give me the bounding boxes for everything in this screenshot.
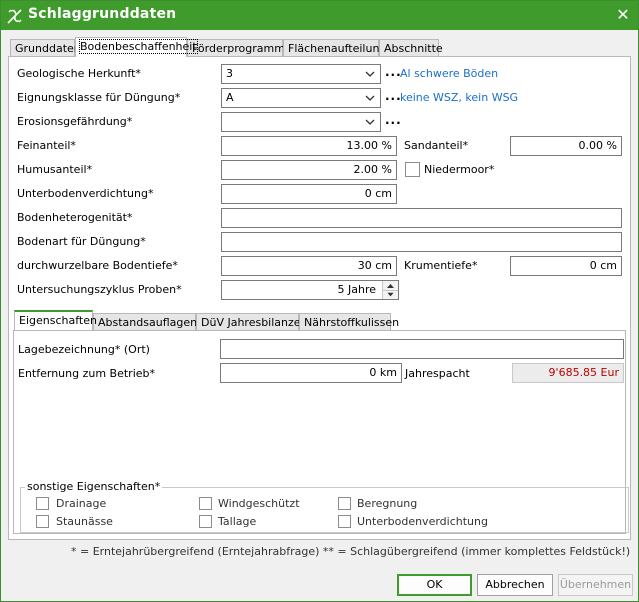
tab-grunddaten[interactable]: Grunddaten — [10, 39, 81, 57]
windgeschuetzt-label: Windgeschützt — [218, 497, 300, 510]
unterbodenverdichtung-label: Unterbodenverdichtung — [357, 515, 488, 528]
close-icon[interactable]: ✕ — [612, 5, 634, 25]
herkunft-label: Geologische Herkunft* — [17, 67, 141, 80]
subtab-abstandsauflagen[interactable]: Abstandsauflagen* — [93, 313, 203, 331]
feinanteil-input[interactable]: 13.00 % — [221, 136, 397, 156]
tab-foerderprogramme[interactable]: Förderprogramme — [187, 39, 292, 57]
bodenart-input[interactable] — [221, 232, 622, 252]
erosion-label: Erosionsgefährdung* — [17, 115, 133, 128]
window-title: Schlaggrunddaten — [28, 6, 177, 22]
krume-label: Krumentiefe* — [404, 259, 478, 272]
apply-button[interactable]: Übernehmen — [558, 574, 633, 596]
entfernung-label: Entfernung zum Betrieb* — [18, 367, 156, 380]
staunaesse-checkbox[interactable] — [36, 515, 49, 528]
subtab-panel-eigenschaften: Lagebezeichnung* (Ort) Entfernung zum Be… — [13, 330, 629, 534]
chevron-down-icon — [365, 95, 375, 101]
footnote: * = Erntejahrübergreifend (Erntejahrabfr… — [71, 545, 631, 558]
herkunft-select[interactable]: 3 — [221, 64, 381, 84]
chevron-down-icon — [365, 119, 375, 125]
pacht-value: 9'685.85 Eur — [512, 363, 624, 383]
herkunft-link[interactable]: Al schwere Böden — [400, 67, 498, 80]
tab-bodenbeschaffenheit[interactable]: Bodenbeschaffenheit — [75, 37, 198, 57]
humus-label: Humusanteil* — [17, 163, 93, 176]
wurzel-label: durchwurzelbare Bodentiefe* — [17, 259, 178, 272]
tallage-label: Tallage — [218, 515, 257, 528]
zyklus-label: Untersuchungszyklus Proben* — [17, 283, 182, 296]
krume-input[interactable]: 0 cm — [510, 256, 622, 276]
sonstige-groupbox: sonstige Eigenschaften* Drainage Windges… — [20, 480, 629, 533]
zyklus-spinner[interactable]: 5 Jahre — [221, 280, 399, 300]
eignung-select[interactable]: A — [221, 88, 381, 108]
eignung-link[interactable]: keine WSZ, kein WSG — [400, 91, 518, 104]
plant-icon — [7, 9, 22, 24]
ok-button[interactable]: OK — [397, 574, 472, 596]
niedermoor-checkbox[interactable] — [405, 162, 420, 177]
entfernung-input[interactable]: 0 km — [220, 363, 402, 383]
unterbodenverdichtung-checkbox[interactable] — [338, 515, 351, 528]
erosion-select[interactable] — [221, 112, 381, 132]
chevron-down-icon — [365, 71, 375, 77]
lage-input[interactable] — [220, 339, 624, 359]
zyklus-spin-buttons[interactable] — [382, 281, 398, 299]
sandanteil-label: Sandanteil* — [404, 139, 469, 152]
tab-abschnitte[interactable]: Abschnitte — [379, 39, 443, 57]
chevron-down-icon[interactable] — [383, 290, 398, 299]
cancel-button[interactable]: Abbrechen — [477, 574, 553, 596]
subtab-naehrstoffkulissen[interactable]: Nährstoffkulissen — [299, 313, 399, 331]
erosion-lookup-button[interactable]: ... — [385, 113, 402, 127]
tab-panel-bodenbeschaffenheit: Geologische Herkunft* 3 ... Al schwere B… — [8, 56, 631, 540]
feinanteil-label: Feinanteil* — [17, 139, 76, 152]
subtab-duev-jahresbilanzen[interactable]: DüV Jahresbilanzen — [196, 313, 308, 331]
pacht-label: Jahrespacht — [405, 367, 470, 380]
unterboden-label: Unterbodenverdichtung* — [17, 187, 154, 200]
dialog-window: Schlaggrunddaten ✕ Grunddaten Bodenbesch… — [0, 0, 639, 602]
beregnung-checkbox[interactable] — [338, 497, 351, 510]
wurzel-input[interactable]: 30 cm — [221, 256, 397, 276]
lage-label: Lagebezeichnung* (Ort) — [18, 343, 150, 356]
beregnung-label: Beregnung — [357, 497, 418, 510]
subtab-eigenschaften[interactable]: Eigenschaften — [14, 310, 97, 330]
eignung-label: Eignungsklasse für Düngung* — [17, 91, 181, 104]
staunaesse-label: Staunässe — [56, 515, 113, 528]
sandanteil-input[interactable]: 0.00 % — [510, 136, 622, 156]
hetero-input[interactable] — [221, 208, 622, 228]
tab-flaechenaufteilung[interactable]: Flächenaufteilung — [283, 39, 386, 57]
windgeschuetzt-checkbox[interactable] — [199, 497, 212, 510]
bodenart-label: Bodenart für Düngung* — [17, 235, 146, 248]
sonstige-label: sonstige Eigenschaften* — [25, 480, 163, 493]
drainage-checkbox[interactable] — [36, 497, 49, 510]
niedermoor-label: Niedermoor* — [424, 163, 495, 176]
title-bar: Schlaggrunddaten ✕ — [1, 1, 638, 30]
tallage-checkbox[interactable] — [199, 515, 212, 528]
drainage-label: Drainage — [56, 497, 107, 510]
unterboden-input[interactable]: 0 cm — [221, 184, 397, 204]
hetero-label: Bodenheterogenität* — [17, 211, 133, 224]
chevron-up-icon[interactable] — [383, 281, 398, 290]
humus-input[interactable]: 2.00 % — [221, 160, 397, 180]
